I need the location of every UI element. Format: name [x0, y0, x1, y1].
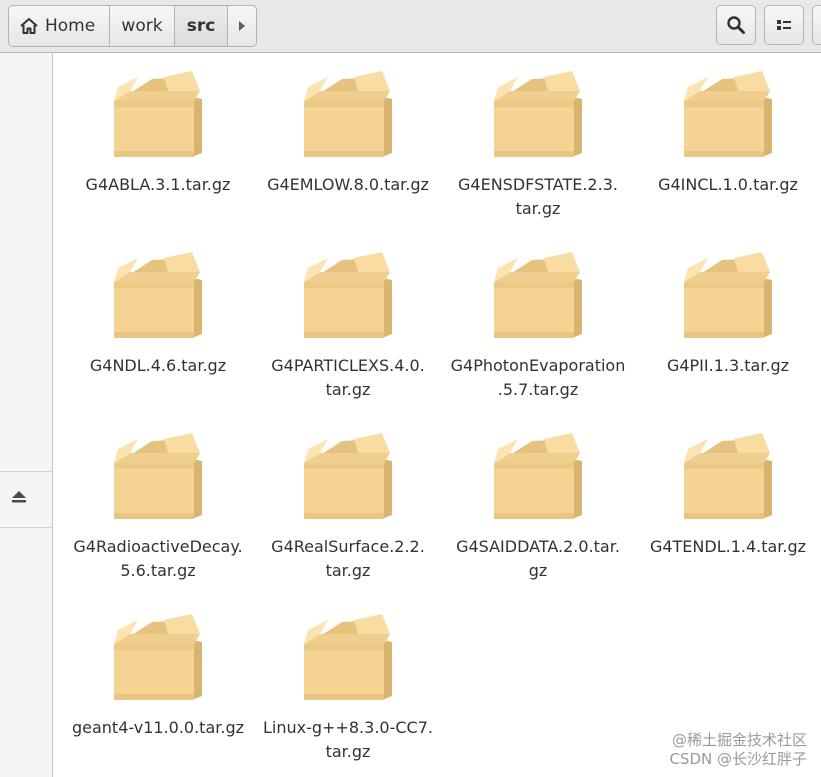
- crumb-work-label: work: [121, 16, 163, 36]
- file-name: geant4-v11.0.0.tar.gz: [68, 716, 248, 740]
- package-archive-icon: [114, 433, 202, 519]
- file-item[interactable]: G4RealSurface.2.2. tar.gz: [253, 415, 443, 583]
- file-item[interactable]: G4PhotonEvaporation .5.7.tar.gz: [443, 234, 633, 402]
- file-item[interactable]: G4SAIDDATA.2.0.tar. gz: [443, 415, 633, 583]
- file-name-line2: tar.gz: [325, 742, 371, 761]
- crumb-src[interactable]: src: [175, 6, 228, 46]
- file-name-line2: tar.gz: [325, 561, 371, 580]
- file-item[interactable]: G4INCL.1.0.tar.gz: [633, 53, 821, 197]
- crumb-home[interactable]: Home: [9, 6, 110, 46]
- package-archive-icon: [304, 252, 392, 338]
- file-item[interactable]: G4NDL.4.6.tar.gz: [63, 234, 253, 378]
- file-name-line1: G4PhotonEvaporation: [450, 356, 626, 375]
- menu-button[interactable]: [812, 5, 821, 45]
- file-item[interactable]: G4ENSDFSTATE.2.3. tar.gz: [443, 53, 633, 221]
- file-grid: G4ABLA.3.1.tar.gz G4EMLOW.8.0.tar.gz G4E…: [53, 53, 821, 777]
- file-name-line1: G4RealSurface.2.2.: [271, 537, 425, 556]
- file-item[interactable]: G4ABLA.3.1.tar.gz: [63, 53, 253, 197]
- file-name-line1: G4ABLA.3.1.tar.gz: [85, 175, 231, 194]
- sidebar: [0, 53, 53, 777]
- package-archive-icon: [114, 252, 202, 338]
- file-name: G4ABLA.3.1.tar.gz: [68, 173, 248, 197]
- package-archive-icon: [494, 433, 582, 519]
- file-name-line2: .5.7.tar.gz: [497, 380, 579, 399]
- watermark-line2: CSDN @长沙红胖子: [669, 750, 807, 768]
- file-name-line2: gz: [528, 561, 548, 580]
- file-name: G4RealSurface.2.2. tar.gz: [258, 535, 438, 583]
- crumb-src-label: src: [186, 16, 216, 36]
- view-toggle-button[interactable]: [764, 5, 804, 45]
- package-archive-icon: [114, 614, 202, 700]
- chevron-right-icon: [239, 21, 245, 31]
- file-name-line2: tar.gz: [325, 380, 371, 399]
- file-name: G4NDL.4.6.tar.gz: [68, 354, 248, 378]
- file-name-line2: 5.6.tar.gz: [120, 561, 196, 580]
- file-item[interactable]: G4PARTICLEXS.4.0. tar.gz: [253, 234, 443, 402]
- search-icon: [727, 16, 745, 34]
- package-archive-icon: [494, 71, 582, 157]
- file-name-line1: G4RadioactiveDecay.: [73, 537, 243, 556]
- file-name-line1: G4PARTICLEXS.4.0.: [271, 356, 425, 375]
- path-bar: Home work src: [8, 5, 257, 47]
- forward-button[interactable]: [228, 6, 256, 46]
- file-name-line1: G4ENSDFSTATE.2.3.: [458, 175, 618, 194]
- package-archive-icon: [684, 433, 772, 519]
- file-item[interactable]: G4RadioactiveDecay. 5.6.tar.gz: [63, 415, 253, 583]
- file-name-line1: G4EMLOW.8.0.tar.gz: [267, 175, 429, 194]
- package-archive-icon: [684, 252, 772, 338]
- package-archive-icon: [304, 71, 392, 157]
- package-archive-icon: [684, 71, 772, 157]
- file-name-line1: G4SAIDDATA.2.0.tar.: [456, 537, 620, 556]
- eject-icon[interactable]: [10, 489, 28, 505]
- package-archive-icon: [494, 252, 582, 338]
- package-archive-icon: [114, 71, 202, 157]
- file-item[interactable]: Linux-g++8.3.0-CC7. tar.gz: [253, 596, 443, 764]
- search-button[interactable]: [716, 5, 756, 45]
- file-item[interactable]: geant4-v11.0.0.tar.gz: [63, 596, 253, 740]
- file-name-line1: G4PII.1.3.tar.gz: [666, 356, 790, 375]
- file-name: G4ENSDFSTATE.2.3. tar.gz: [448, 173, 628, 221]
- file-name: G4PARTICLEXS.4.0. tar.gz: [258, 354, 438, 402]
- home-icon: [20, 18, 38, 34]
- file-item[interactable]: G4EMLOW.8.0.tar.gz: [253, 53, 443, 197]
- file-name: G4SAIDDATA.2.0.tar. gz: [448, 535, 628, 583]
- header-bar: Home work src: [0, 0, 821, 53]
- file-name: G4INCL.1.0.tar.gz: [638, 173, 818, 197]
- watermark-line1: @稀土掘金技术社区: [671, 731, 807, 749]
- file-name: G4EMLOW.8.0.tar.gz: [258, 173, 438, 197]
- sidebar-divider: [0, 527, 52, 528]
- crumb-home-label: Home: [45, 16, 96, 36]
- sidebar-divider: [0, 471, 52, 472]
- watermark: @稀土掘金技术社区 CSDN @长沙红胖子: [669, 731, 807, 769]
- package-archive-icon: [304, 433, 392, 519]
- file-name-line1: geant4-v11.0.0.tar.gz: [71, 718, 244, 737]
- file-name: Linux-g++8.3.0-CC7. tar.gz: [258, 716, 438, 764]
- file-name-line2: tar.gz: [515, 199, 561, 218]
- crumb-work[interactable]: work: [110, 6, 175, 46]
- file-name-line1: G4NDL.4.6.tar.gz: [89, 356, 227, 375]
- file-name: G4RadioactiveDecay. 5.6.tar.gz: [68, 535, 248, 583]
- file-name: G4PhotonEvaporation .5.7.tar.gz: [448, 354, 628, 402]
- list-view-icon: [777, 20, 791, 30]
- package-archive-icon: [304, 614, 392, 700]
- file-name-line1: G4INCL.1.0.tar.gz: [658, 175, 798, 194]
- file-item[interactable]: G4TENDL.1.4.tar.gz: [633, 415, 821, 559]
- file-name: G4TENDL.1.4.tar.gz: [638, 535, 818, 559]
- file-name-line1: G4TENDL.1.4.tar.gz: [649, 537, 807, 556]
- file-name: G4PII.1.3.tar.gz: [638, 354, 818, 378]
- file-item[interactable]: G4PII.1.3.tar.gz: [633, 234, 821, 378]
- file-name-line1: Linux-g++8.3.0-CC7.: [263, 718, 433, 737]
